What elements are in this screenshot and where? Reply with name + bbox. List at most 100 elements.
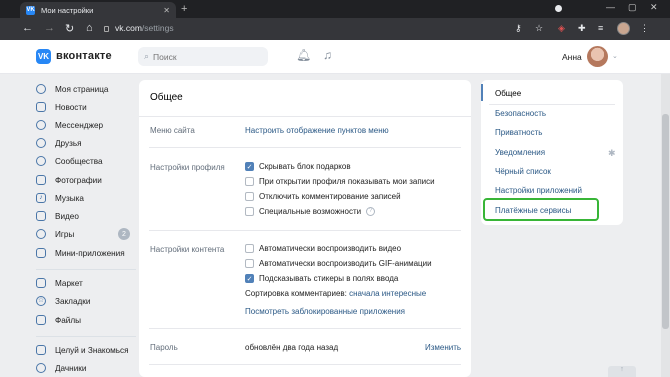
sidebar-item-communities[interactable]: Сообщества <box>36 153 103 169</box>
sidebar-item-music[interactable]: ♪ Музыка <box>36 190 84 206</box>
forward-icon[interactable]: → <box>44 22 55 34</box>
sidebar-item-my-page[interactable]: Моя страница <box>36 81 108 97</box>
vk-logo-text[interactable]: вконтакте <box>56 50 112 62</box>
key-icon[interactable]: ⚷ <box>515 23 522 34</box>
checkbox-icon[interactable] <box>245 207 254 216</box>
checkbox-show-my-posts[interactable]: При открытии профиля показывать мои запи… <box>245 177 435 186</box>
tab-notifications[interactable]: Уведомления <box>495 148 545 157</box>
password-label: Пароль <box>150 343 178 352</box>
checkbox-icon[interactable] <box>245 244 254 253</box>
checkbox-icon[interactable] <box>245 177 254 186</box>
checkbox-suggest-stickers[interactable]: ✓ Подсказывать стикеры в полях ввода <box>245 274 398 283</box>
tab-close-icon[interactable]: ✕ <box>163 6 170 15</box>
checkbox-autoplay-video[interactable]: Автоматически воспроизводить видео <box>245 244 401 253</box>
search-box[interactable]: ⌕ <box>138 47 268 66</box>
sidebar-item-mini-apps[interactable]: Мини-приложения <box>36 245 125 261</box>
back-icon[interactable]: ← <box>22 22 33 34</box>
sidebar-item-files[interactable]: Файлы <box>36 312 81 328</box>
checkbox-checked-icon[interactable]: ✓ <box>245 274 254 283</box>
sidebar-item-app-dachniki[interactable]: Дачники <box>36 360 86 376</box>
puzzle-icon[interactable]: ✚ <box>578 23 586 34</box>
search-input[interactable] <box>153 51 254 62</box>
menu-settings-link[interactable]: Настроить отображение пунктов меню <box>245 126 389 135</box>
sidebar-item-label: Фотографии <box>55 175 102 185</box>
tab-security[interactable]: Безопасность <box>495 109 546 118</box>
blocked-apps-link[interactable]: Посмотреть заблокированные приложения <box>245 307 405 316</box>
sidebar-item-video[interactable]: Видео <box>36 208 79 224</box>
chevron-down-icon[interactable]: ⌄ <box>612 52 618 60</box>
close-window-icon[interactable]: ✕ <box>650 2 658 13</box>
user-name[interactable]: Анна <box>562 52 582 62</box>
checkbox-icon[interactable] <box>245 192 254 201</box>
scroll-to-top-button[interactable]: ↑ <box>608 366 636 377</box>
minimize-icon[interactable]: — <box>606 2 615 12</box>
sidebar-item-label: Новости <box>55 102 87 112</box>
tab-privacy[interactable]: Приватность <box>495 128 542 137</box>
checkbox-icon[interactable] <box>245 259 254 268</box>
sidebar-divider <box>36 269 136 270</box>
browser-tab[interactable]: VK Мои настройки ✕ <box>20 2 176 18</box>
checkbox-autoplay-gif[interactable]: Автоматически воспроизводить GIF-анимаци… <box>245 259 432 268</box>
comment-sort-dropdown[interactable]: сначала интересные <box>349 289 426 298</box>
sidebar-item-market[interactable]: Маркет <box>36 275 83 291</box>
sidebar-item-news[interactable]: Новости <box>36 99 87 115</box>
games-badge: 2 <box>118 228 130 240</box>
divider <box>149 328 461 329</box>
music-icon: ♪ <box>36 193 46 203</box>
settings-main-card: Общее Меню сайта Настроить отображение п… <box>139 80 471 377</box>
help-icon[interactable]: ? <box>366 207 376 216</box>
photos-icon <box>36 175 46 185</box>
tab-blacklist[interactable]: Чёрный список <box>495 167 551 176</box>
profile-avatar-icon[interactable] <box>617 22 630 35</box>
sidebar-item-label: Маркет <box>55 278 83 288</box>
comment-sort-row: Сортировка комментариев: сначала интерес… <box>245 289 426 298</box>
checkbox-disable-comments[interactable]: Отключить комментирование записей <box>245 192 401 201</box>
checkbox-checked-icon[interactable]: ✓ <box>245 162 254 171</box>
scrollbar[interactable] <box>661 74 670 377</box>
playlist-icon[interactable]: ≡ <box>598 23 603 33</box>
menu-divider <box>489 104 615 105</box>
url-path: /settings <box>141 23 174 33</box>
reload-icon[interactable]: ↻ <box>65 22 74 35</box>
maximize-icon[interactable]: ▢ <box>628 2 637 13</box>
checkbox-label: При открытии профиля показывать мои запи… <box>259 177 435 186</box>
checkbox-accessibility[interactable]: Специальные возможности? <box>245 207 376 216</box>
vk-favicon-icon: VK <box>26 5 35 15</box>
sidebar-item-photos[interactable]: Фотографии <box>36 172 102 188</box>
checkbox-label: Отключить комментирование записей <box>259 192 401 201</box>
divider <box>149 147 461 148</box>
extension-icon[interactable]: ◈ <box>558 23 565 34</box>
address-bar[interactable]: vk.com/settings <box>115 23 174 33</box>
sidebar-item-label: Сообщества <box>55 156 103 166</box>
files-icon <box>36 315 46 325</box>
news-icon <box>36 102 46 112</box>
tab-general[interactable]: Общее <box>495 89 521 98</box>
home-button-icon[interactable]: ⌂ <box>86 22 93 34</box>
sidebar-item-games[interactable]: Игры 2 <box>36 226 136 242</box>
sidebar-item-label: Закладки <box>55 296 91 306</box>
avatar[interactable] <box>587 46 608 67</box>
apps-icon <box>36 248 46 258</box>
sidebar-item-messenger[interactable]: Мессенджер <box>36 117 103 133</box>
vk-logo-icon[interactable]: VK <box>36 49 51 64</box>
music-note-icon[interactable]: ♫ <box>323 48 332 62</box>
star-icon[interactable]: ☆ <box>535 23 543 34</box>
sidebar-item-app-kiss[interactable]: Целуй и Знакомься <box>36 342 129 358</box>
password-status: обновлён два года назад <box>245 343 339 352</box>
new-tab-icon[interactable]: + <box>181 3 187 15</box>
bell-icon[interactable]: 🔔︎ <box>296 48 311 62</box>
tab-app-settings[interactable]: Настройки приложений <box>495 186 582 195</box>
sidebar-item-bookmarks[interactable]: ☆ Закладки <box>36 293 90 309</box>
change-password-link[interactable]: Изменить <box>425 343 461 352</box>
more-icon[interactable]: ⋮ <box>640 23 649 34</box>
checkbox-label: Автоматически воспроизводить видео <box>259 244 402 253</box>
communities-icon <box>36 156 46 166</box>
gear-icon[interactable]: ✱ <box>608 148 616 159</box>
friends-icon <box>36 138 46 148</box>
content-settings-label: Настройки контента <box>150 245 225 254</box>
scrollbar-thumb[interactable] <box>662 114 669 329</box>
lock-icon <box>104 26 109 32</box>
menu-label: Меню сайта <box>150 126 195 135</box>
checkbox-hide-gifts[interactable]: ✓ Скрывать блок подарков <box>245 162 351 171</box>
sidebar-item-friends[interactable]: Друзья <box>36 135 82 151</box>
